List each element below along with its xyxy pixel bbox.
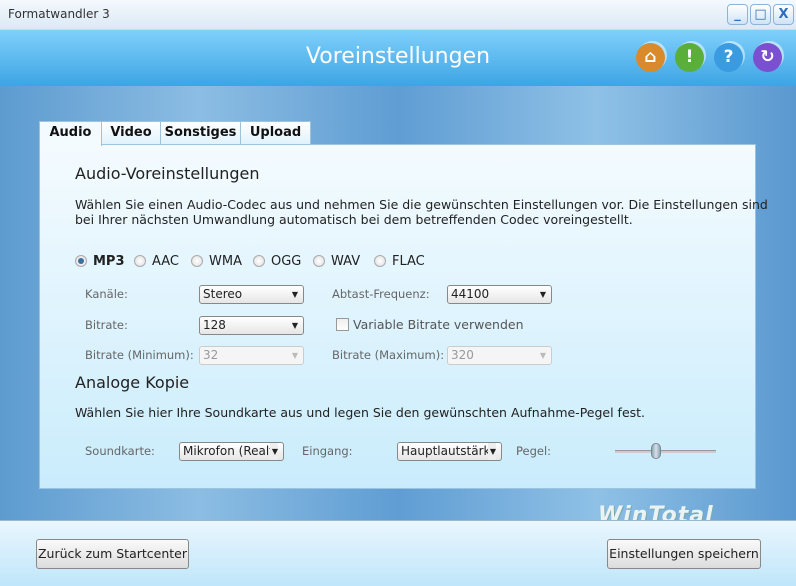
- vbr-checkbox[interactable]: [336, 318, 349, 331]
- channels-select[interactable]: Stereo ▼: [199, 285, 304, 304]
- radio-icon: [134, 255, 146, 267]
- tab-audio[interactable]: Audio: [39, 121, 102, 146]
- tab-sonstiges[interactable]: Sonstiges: [160, 121, 241, 145]
- codec-label: FLAC: [392, 253, 425, 269]
- codec-label: MP3: [93, 253, 125, 269]
- radio-icon: [253, 255, 265, 267]
- analog-heading: Analoge Kopie: [75, 373, 190, 392]
- radio-icon: [75, 255, 87, 267]
- select-value: 32: [203, 348, 219, 362]
- dropdown-arrow-icon: ▼: [539, 290, 546, 299]
- minimize-button[interactable]: _: [727, 4, 748, 25]
- level-slider[interactable]: [615, 450, 716, 453]
- level-slider-thumb[interactable]: [651, 443, 662, 459]
- select-value: Hauptlautstärk: [401, 444, 491, 458]
- dropdown-arrow-icon: ▼: [291, 290, 298, 299]
- input-select[interactable]: Hauptlautstärk ▼: [397, 442, 502, 461]
- tab-video[interactable]: Video: [101, 121, 161, 145]
- soundcard-label: Soundkarte:: [85, 444, 155, 458]
- bitrate-label: Bitrate:: [85, 318, 128, 332]
- header: Voreinstellungen ⌂ ! ? ↻: [0, 30, 796, 86]
- codec-label: AAC: [152, 253, 179, 269]
- audio-desc-1: Wählen Sie einen Audio-Codec aus und neh…: [75, 197, 768, 212]
- soundcard-select[interactable]: Mikrofon (Realt ▼: [179, 442, 284, 461]
- title-bar: Formatwandler 3 _ □ X: [0, 0, 796, 30]
- bitrate-max-select[interactable]: 320 ▼: [447, 346, 552, 365]
- select-value: Stereo: [203, 287, 243, 301]
- tab-upload[interactable]: Upload: [240, 121, 311, 145]
- codec-aac[interactable]: AAC: [134, 253, 179, 269]
- vbr-label: Variable Bitrate verwenden: [353, 317, 524, 332]
- bitrate-max-label: Bitrate (Maximum):: [332, 348, 445, 362]
- codec-wma[interactable]: WMA: [191, 253, 242, 269]
- level-label: Pegel:: [516, 444, 552, 458]
- radio-icon: [191, 255, 203, 267]
- info-icon[interactable]: !: [675, 43, 704, 72]
- analog-desc: Wählen Sie hier Ihre Soundkarte aus und …: [75, 405, 646, 420]
- radio-icon: [374, 255, 386, 267]
- footer: Zurück zum Startcenter Einstellungen spe…: [0, 520, 796, 586]
- audio-desc-2: bei Ihrer nächsten Umwandlung automatisc…: [75, 212, 633, 227]
- bitrate-min-label: Bitrate (Minimum):: [85, 348, 194, 362]
- codec-label: WMA: [209, 253, 242, 269]
- bitrate-select[interactable]: 128 ▼: [199, 316, 304, 335]
- select-value: 44100: [451, 287, 490, 301]
- bitrate-min-select[interactable]: 32 ▼: [199, 346, 304, 365]
- codec-ogg[interactable]: OGG: [253, 253, 301, 269]
- dropdown-arrow-icon: ▼: [487, 443, 496, 460]
- input-label: Eingang:: [302, 444, 353, 458]
- codec-wav[interactable]: WAV: [313, 253, 360, 269]
- dropdown-arrow-icon: ▼: [539, 351, 546, 360]
- sample-rate-select[interactable]: 44100 ▼: [447, 285, 552, 304]
- codec-label: WAV: [331, 253, 361, 269]
- radio-icon: [313, 255, 325, 267]
- dropdown-arrow-icon: ▼: [291, 321, 298, 330]
- dropdown-arrow-icon: ▼: [291, 351, 298, 360]
- sample-rate-label: Abtast-Frequenz:: [332, 287, 430, 301]
- update-icon[interactable]: ↻: [753, 43, 782, 72]
- back-to-startcenter-button[interactable]: Zurück zum Startcenter: [36, 539, 189, 569]
- codec-mp3[interactable]: MP3: [75, 253, 125, 269]
- select-value: 320: [451, 348, 474, 362]
- close-button[interactable]: X: [773, 4, 794, 25]
- maximize-button[interactable]: □: [750, 4, 771, 25]
- codec-label: OGG: [271, 253, 302, 269]
- codec-flac[interactable]: FLAC: [374, 253, 425, 269]
- home-icon[interactable]: ⌂: [636, 43, 665, 72]
- save-settings-button[interactable]: Einstellungen speichern: [607, 539, 761, 569]
- window-title: Formatwandler 3: [8, 7, 110, 21]
- channels-label: Kanäle:: [85, 287, 128, 301]
- select-value: 128: [203, 318, 226, 332]
- audio-heading: Audio-Voreinstellungen: [75, 164, 260, 183]
- dropdown-arrow-icon: ▼: [269, 443, 278, 460]
- help-icon[interactable]: ?: [714, 43, 743, 72]
- select-value: Mikrofon (Realt: [183, 444, 274, 458]
